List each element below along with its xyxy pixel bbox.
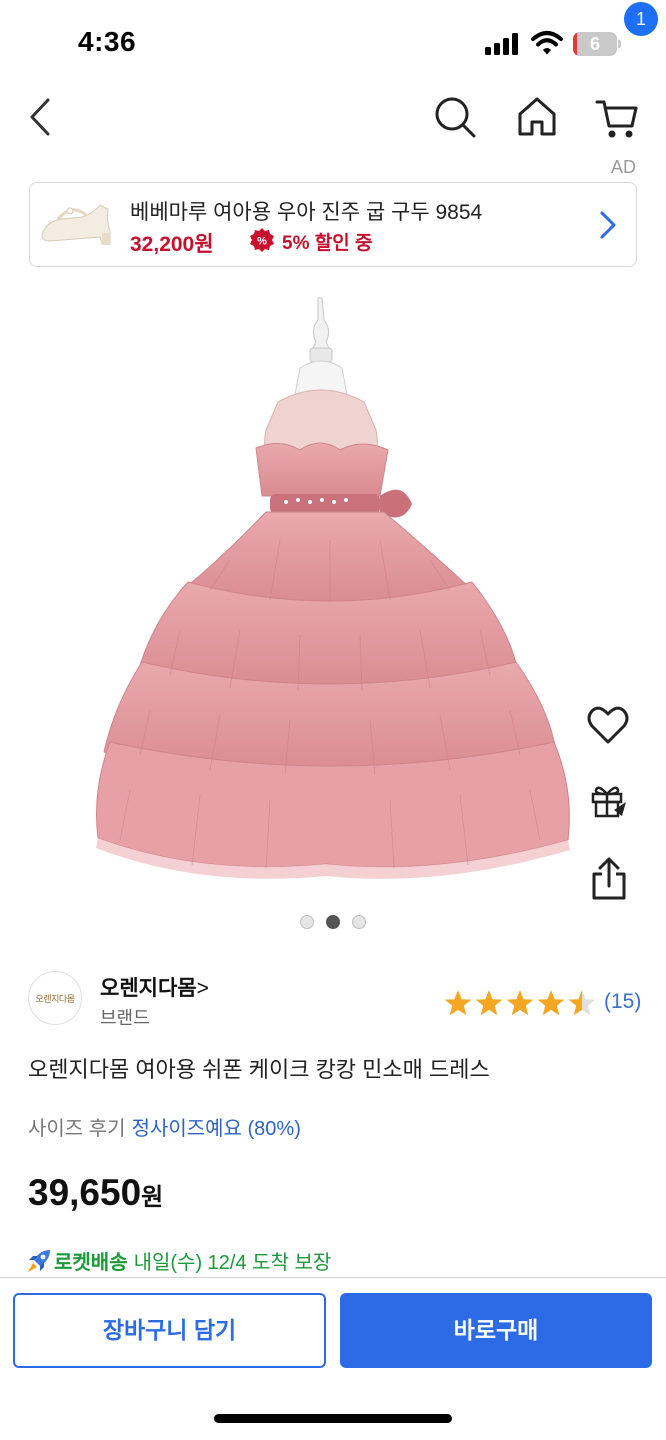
ad-label: AD bbox=[610, 157, 636, 177]
ad-price: 32,200원 bbox=[130, 233, 214, 256]
status-time: 4:36 bbox=[78, 26, 137, 57]
cellular-signal-icon bbox=[485, 33, 518, 55]
product-price: 39,650원 bbox=[28, 1172, 163, 1214]
bottom-divider bbox=[0, 1277, 666, 1278]
add-to-cart-button[interactable]: 장바구니 담기 bbox=[13, 1293, 326, 1368]
discount-badge-icon: % bbox=[250, 228, 274, 252]
product-image-dress[interactable] bbox=[80, 290, 580, 890]
status-bar: 4:36 6 bbox=[0, 0, 666, 80]
carousel-dot[interactable] bbox=[300, 915, 314, 929]
battery-icon: 6 bbox=[573, 32, 621, 56]
delivery-eta: 내일(수) 12/4 도착 보장 bbox=[133, 1252, 332, 1274]
ad-discount-text: 5% 할인 중 bbox=[282, 233, 373, 254]
ad-title: 베베마루 여아용 우아 진주 굽 구두 9854 bbox=[130, 201, 483, 224]
seller-type: 브랜드 bbox=[100, 1008, 150, 1028]
wifi-icon bbox=[531, 31, 563, 55]
home-icon[interactable] bbox=[514, 94, 560, 140]
battery-level: 6 bbox=[589, 34, 600, 54]
seller-name: 오렌지다몸 bbox=[100, 977, 197, 1000]
rocket-icon bbox=[28, 1250, 50, 1272]
gift-icon[interactable] bbox=[588, 780, 628, 820]
carousel-dot-active[interactable] bbox=[326, 915, 340, 929]
size-review[interactable]: 사이즈 후기 정사이즈예요 (80%) bbox=[28, 1112, 301, 1141]
seller-chevron: > bbox=[196, 977, 209, 1000]
product-title: 오렌지다몸 여아용 쉬폰 케이크 캉캉 민소매 드레스 bbox=[28, 1057, 490, 1082]
nav-bar bbox=[0, 80, 666, 156]
carousel-dots bbox=[0, 915, 666, 934]
delivery-info: 로켓배송 내일(수) 12/4 도착 보장 bbox=[26, 1246, 331, 1275]
size-review-label: 사이즈 후기 bbox=[28, 1118, 126, 1140]
rating-count[interactable]: (15) bbox=[604, 990, 641, 1014]
buy-now-button[interactable]: 바로구매 bbox=[340, 1293, 652, 1368]
share-icon[interactable] bbox=[588, 856, 630, 902]
star-icon bbox=[444, 990, 472, 1016]
carousel-dot[interactable] bbox=[352, 915, 366, 929]
search-icon[interactable] bbox=[432, 94, 478, 140]
half-star-icon bbox=[568, 990, 596, 1016]
seller-logo[interactable]: 오렌지다몸 bbox=[28, 971, 82, 1025]
rating-stars[interactable] bbox=[444, 988, 600, 1018]
price-number: 39,650 bbox=[28, 1172, 142, 1213]
ad-banner[interactable]: 베베마루 여아용 우아 진주 굽 구두 9854 32,200원 % 5% 할인… bbox=[29, 182, 637, 267]
star-icon bbox=[537, 990, 565, 1016]
rocket-delivery-label: 로켓배송 bbox=[54, 1252, 128, 1274]
star-icon bbox=[475, 990, 503, 1016]
home-indicator[interactable] bbox=[214, 1414, 452, 1423]
svg-text:%: % bbox=[257, 236, 267, 248]
price-unit: 원 bbox=[141, 1184, 164, 1211]
back-arrow-icon[interactable] bbox=[24, 94, 60, 140]
seller-name-link[interactable]: 오렌지다몸> bbox=[100, 972, 209, 1002]
cart-icon[interactable] bbox=[594, 94, 640, 140]
shoe-thumbnail bbox=[36, 191, 124, 259]
heart-icon[interactable] bbox=[584, 700, 632, 748]
size-review-value: 정사이즈예요 (80%) bbox=[131, 1118, 301, 1140]
chevron-right-icon bbox=[600, 211, 616, 239]
seller-logo-text: 오렌지다몸 bbox=[35, 994, 75, 1004]
star-icon bbox=[506, 990, 534, 1016]
cart-count-badge: 1 bbox=[624, 2, 658, 36]
